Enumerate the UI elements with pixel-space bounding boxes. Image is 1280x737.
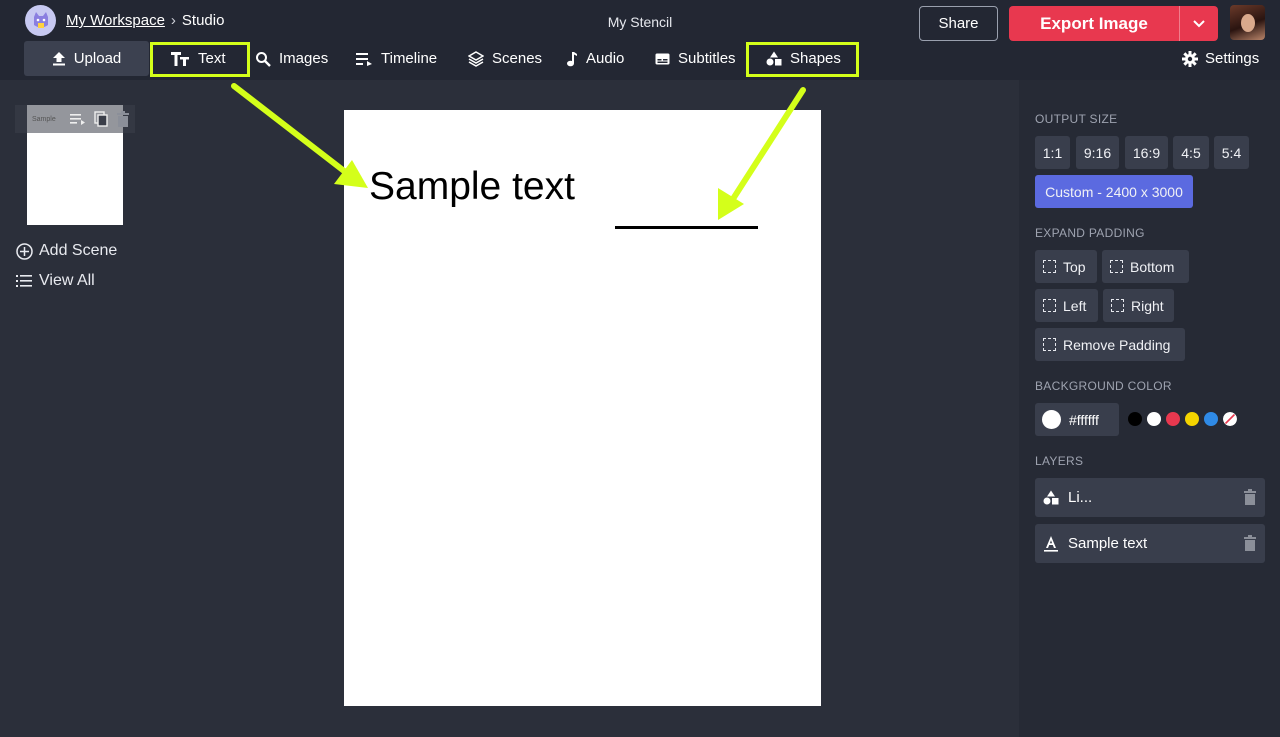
layer-name: Sample text (1068, 535, 1148, 552)
tool-subtitles[interactable]: Subtitles (655, 41, 736, 76)
canvas-line-shape[interactable] (615, 226, 758, 229)
list-icon (16, 275, 32, 287)
trash-icon[interactable] (116, 111, 130, 127)
studio-app: My Workspace › Studio My Stencil Share E… (0, 0, 1280, 737)
tool-label: Scenes (492, 50, 543, 67)
shapes-tool-highlight (746, 42, 859, 77)
export-image-button[interactable]: Export Image (1009, 14, 1179, 34)
size-option-custom[interactable]: Custom - 2400 x 3000 (1035, 175, 1193, 208)
layer-item-text[interactable]: Sample text (1035, 524, 1265, 563)
timeline-icon (356, 52, 372, 66)
padding-label: Remove Padding (1063, 336, 1171, 353)
settings-label: Settings (1205, 50, 1260, 67)
layer-item-line[interactable]: Li... (1035, 478, 1265, 517)
size-option-4-5[interactable]: 4:5 (1173, 136, 1209, 169)
padding-bottom-button[interactable]: Bottom (1102, 250, 1189, 283)
background-color-value: #ffffff (1069, 411, 1099, 428)
size-option-5-4[interactable]: 5:4 (1214, 136, 1249, 169)
layers-icon (468, 50, 484, 67)
upload-icon (52, 52, 65, 66)
cat-logo-icon (33, 11, 48, 28)
layer-name: Li... (1068, 489, 1093, 506)
add-scene-button[interactable]: Add Scene (16, 242, 117, 260)
padding-label: Bottom (1130, 258, 1175, 275)
export-options-button[interactable] (1180, 19, 1218, 28)
workspace-link[interactable]: My Workspace (66, 12, 165, 29)
shapes-icon (1043, 490, 1059, 505)
color-swatch-white[interactable] (1147, 412, 1161, 426)
padding-box-icon (1111, 299, 1124, 312)
tool-audio[interactable]: Audio (566, 41, 624, 76)
padding-box-icon (1110, 260, 1123, 273)
breadcrumb: My Workspace › Studio (66, 12, 224, 29)
tool-label: Audio (586, 50, 625, 67)
gear-icon (1182, 50, 1198, 67)
tool-upload[interactable]: Upload (24, 41, 149, 76)
color-swatch-red[interactable] (1166, 412, 1180, 426)
color-swatch-yellow[interactable] (1185, 412, 1199, 426)
size-option-16-9[interactable]: 16:9 (1125, 136, 1168, 169)
tool-images[interactable]: Images (255, 41, 328, 76)
tool-label: Subtitles (678, 50, 736, 67)
padding-box-icon (1043, 299, 1056, 312)
padding-left-button[interactable]: Left (1035, 289, 1098, 322)
padding-box-icon (1043, 260, 1056, 273)
tool-label: Upload (73, 50, 122, 67)
view-all-label: View All (39, 272, 95, 289)
background-color-heading: BACKGROUND COLOR (1035, 379, 1172, 393)
chevron-down-icon (1193, 19, 1205, 27)
tool-scenes[interactable]: Scenes (468, 41, 542, 76)
text-a-icon (1044, 536, 1058, 552)
thumbnail-text: Sample (32, 115, 56, 123)
text-tool-highlight (150, 42, 250, 77)
top-bar: My Workspace › Studio My Stencil Share E… (0, 0, 1280, 80)
scene-thumbnail-toolbar: Sample (15, 105, 135, 133)
breadcrumb-separator: › (170, 12, 176, 29)
canvas-text-element[interactable]: Sample text (369, 165, 575, 209)
plus-circle-icon (16, 242, 33, 260)
music-note-icon (567, 51, 577, 66)
add-scene-label: Add Scene (39, 242, 118, 259)
no-color-icon[interactable] (1223, 412, 1237, 426)
size-option-1-1[interactable]: 1:1 (1035, 136, 1070, 169)
settings-button[interactable]: Settings (1182, 41, 1259, 76)
subtitles-icon (655, 53, 670, 64)
background-color-picker[interactable]: #ffffff (1035, 403, 1119, 436)
padding-right-button[interactable]: Right (1103, 289, 1174, 322)
search-icon (256, 51, 271, 67)
view-all-button[interactable]: View All (16, 272, 95, 290)
padding-label: Left (1063, 297, 1087, 314)
color-swatch-black[interactable] (1128, 412, 1142, 426)
current-color-swatch (1042, 410, 1061, 429)
design-canvas[interactable]: Sample text (344, 110, 821, 706)
current-page: Studio (181, 12, 225, 29)
padding-label: Right (1131, 297, 1164, 314)
padding-top-button[interactable]: Top (1035, 250, 1097, 283)
trash-icon[interactable] (1243, 489, 1257, 505)
trash-icon[interactable] (1243, 535, 1257, 551)
size-option-9-16[interactable]: 9:16 (1076, 136, 1119, 169)
share-button[interactable]: Share (919, 6, 998, 41)
color-swatch-blue[interactable] (1204, 412, 1218, 426)
padding-box-icon (1043, 338, 1056, 351)
workspace-logo[interactable] (25, 5, 56, 36)
tool-label: Timeline (381, 50, 438, 67)
duplicate-icon[interactable] (94, 111, 108, 127)
padding-label: Top (1063, 258, 1086, 275)
scene-menu-icon[interactable] (70, 112, 86, 126)
avatar[interactable] (1230, 5, 1265, 40)
layers-heading: LAYERS (1035, 454, 1084, 468)
tool-label: Images (279, 50, 329, 67)
output-size-heading: OUTPUT SIZE (1035, 112, 1118, 126)
export-button-group: Export Image (1009, 6, 1218, 41)
remove-padding-button[interactable]: Remove Padding (1035, 328, 1185, 361)
document-title[interactable]: My Stencil (560, 14, 720, 30)
expand-padding-heading: EXPAND PADDING (1035, 226, 1145, 240)
tool-timeline[interactable]: Timeline (356, 41, 437, 76)
